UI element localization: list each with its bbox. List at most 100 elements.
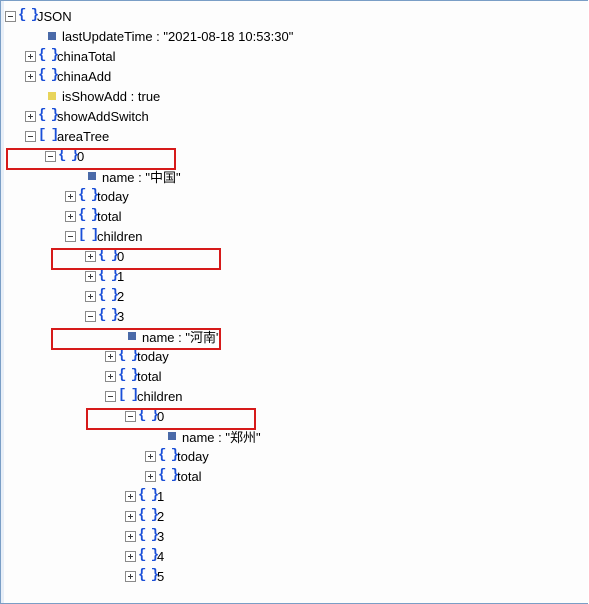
object-icon xyxy=(139,529,153,543)
json-tree: JSON lastUpdateTime : "2021-08-18 10:53:… xyxy=(1,1,588,585)
object-icon xyxy=(79,189,93,203)
tree-node[interactable]: 2 xyxy=(5,507,588,525)
object-icon xyxy=(39,69,53,83)
tree-node[interactable]: 3 xyxy=(5,527,588,545)
array-icon xyxy=(79,229,93,243)
object-icon xyxy=(99,249,113,263)
tree-node-leaf[interactable]: name : "郑州" xyxy=(5,427,588,445)
collapse-icon[interactable] xyxy=(125,411,136,422)
object-icon xyxy=(139,549,153,563)
expand-icon[interactable] xyxy=(85,251,96,262)
tree-node[interactable]: 1 xyxy=(5,487,588,505)
tree-node[interactable]: today xyxy=(5,447,588,465)
tree-node-root[interactable]: JSON xyxy=(5,7,588,25)
tree-node[interactable]: chinaTotal xyxy=(5,47,588,65)
expand-icon[interactable] xyxy=(25,111,36,122)
expand-icon[interactable] xyxy=(105,371,116,382)
object-icon xyxy=(159,469,173,483)
expand-icon[interactable] xyxy=(125,531,136,542)
tree-node-leaf[interactable]: name : "中国" xyxy=(5,167,588,185)
node-label: today xyxy=(137,349,169,364)
node-label: children xyxy=(137,389,183,404)
node-label: total xyxy=(137,369,162,384)
object-icon xyxy=(119,369,133,383)
tree-node[interactable]: showAddSwitch xyxy=(5,107,588,125)
value-icon xyxy=(48,32,56,40)
tree-node-children[interactable]: children xyxy=(5,227,588,245)
node-label: lastUpdateTime : "2021-08-18 10:53:30" xyxy=(62,29,293,44)
node-label: name : "河南" xyxy=(142,327,221,346)
collapse-icon[interactable] xyxy=(25,131,36,142)
node-label: 2 xyxy=(157,509,164,524)
node-label: 0 xyxy=(157,409,164,424)
node-label: 4 xyxy=(157,549,164,564)
value-icon xyxy=(88,172,96,180)
expand-icon[interactable] xyxy=(25,71,36,82)
tree-node[interactable]: 2 xyxy=(5,287,588,305)
expand-icon[interactable] xyxy=(125,491,136,502)
object-icon xyxy=(79,209,93,223)
expand-icon[interactable] xyxy=(65,211,76,222)
value-icon xyxy=(48,92,56,100)
tree-node[interactable]: 3 xyxy=(5,307,588,325)
expand-icon[interactable] xyxy=(125,551,136,562)
expand-icon[interactable] xyxy=(145,451,156,462)
node-label: 2 xyxy=(117,289,124,304)
array-icon xyxy=(119,389,133,403)
node-label: 5 xyxy=(157,569,164,584)
object-icon xyxy=(39,49,53,63)
collapse-icon[interactable] xyxy=(105,391,116,402)
tree-node-leaf[interactable]: isShowAdd : true xyxy=(5,87,588,105)
expand-icon[interactable] xyxy=(85,271,96,282)
object-icon xyxy=(139,489,153,503)
tree-node[interactable]: chinaAdd xyxy=(5,67,588,85)
object-icon xyxy=(139,409,153,423)
object-icon xyxy=(19,9,33,23)
collapse-icon[interactable] xyxy=(65,231,76,242)
node-label: name : "中国" xyxy=(102,167,181,186)
node-label: areaTree xyxy=(57,129,109,144)
object-icon xyxy=(99,269,113,283)
tree-node[interactable]: 1 xyxy=(5,267,588,285)
node-label: name : "郑州" xyxy=(182,427,261,446)
tree-node[interactable]: today xyxy=(5,187,588,205)
node-label: chinaAdd xyxy=(57,69,111,84)
collapse-icon[interactable] xyxy=(5,11,16,22)
tree-node[interactable]: 0 xyxy=(5,247,588,265)
expand-icon[interactable] xyxy=(105,351,116,362)
tree-node-leaf[interactable]: lastUpdateTime : "2021-08-18 10:53:30" xyxy=(5,27,588,45)
json-viewer-panel: JSON lastUpdateTime : "2021-08-18 10:53:… xyxy=(0,0,588,604)
tree-node-areaTree[interactable]: areaTree xyxy=(5,127,588,145)
tree-node-children[interactable]: children xyxy=(5,387,588,405)
node-label: 0 xyxy=(77,149,84,164)
object-icon xyxy=(119,349,133,363)
node-label: JSON xyxy=(37,9,72,24)
object-icon xyxy=(39,109,53,123)
object-icon xyxy=(99,289,113,303)
tree-node-leaf[interactable]: name : "河南" xyxy=(5,327,588,345)
node-label: 3 xyxy=(157,529,164,544)
tree-node[interactable]: today xyxy=(5,347,588,365)
value-icon xyxy=(168,432,176,440)
tree-node[interactable]: 0 xyxy=(5,147,588,165)
node-label: chinaTotal xyxy=(57,49,116,64)
collapse-icon[interactable] xyxy=(45,151,56,162)
expand-icon[interactable] xyxy=(65,191,76,202)
tree-node[interactable]: 4 xyxy=(5,547,588,565)
tree-node[interactable]: 5 xyxy=(5,567,588,585)
expand-icon[interactable] xyxy=(145,471,156,482)
node-label: showAddSwitch xyxy=(57,109,149,124)
collapse-icon[interactable] xyxy=(85,311,96,322)
tree-node[interactable]: 0 xyxy=(5,407,588,425)
tree-node[interactable]: total xyxy=(5,207,588,225)
expand-icon[interactable] xyxy=(125,511,136,522)
tree-node[interactable]: total xyxy=(5,467,588,485)
expand-icon[interactable] xyxy=(85,291,96,302)
node-label: isShowAdd : true xyxy=(62,89,160,104)
object-icon xyxy=(139,509,153,523)
tree-node[interactable]: total xyxy=(5,367,588,385)
gutter xyxy=(1,1,4,603)
expand-icon[interactable] xyxy=(25,51,36,62)
expand-icon[interactable] xyxy=(125,571,136,582)
object-icon xyxy=(139,569,153,583)
